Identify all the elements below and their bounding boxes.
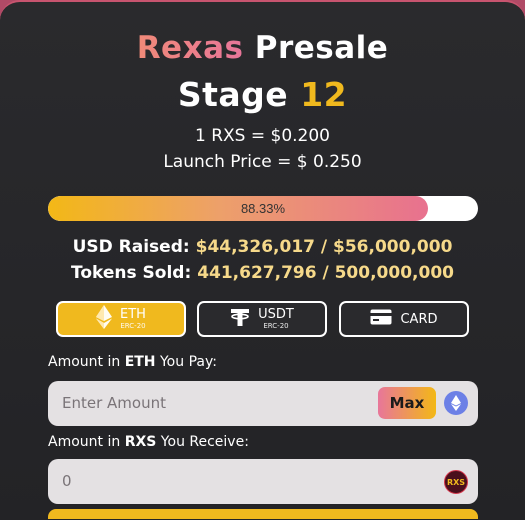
pay-label: Amount in ETH You Pay: (48, 354, 217, 370)
tether-icon (230, 307, 250, 331)
pay-label-pre: Amount in (48, 354, 125, 370)
card-icon (370, 309, 392, 329)
pay-amount-input[interactable]: Enter Amount (62, 381, 166, 426)
receive-amount-value: 0 (62, 472, 72, 490)
tokens-sold-label: Tokens Sold: (71, 263, 192, 283)
usd-raised-value: $44,326,017 / $56,000,000 (195, 237, 453, 257)
rxs-logo-icon: RXS (444, 470, 468, 494)
tab-card[interactable]: CARD (339, 301, 469, 337)
tab-usdt[interactable]: USDT ERC-20 (197, 301, 327, 337)
presale-card: Rexas Presale Stage 12 1 RXS = $0.200 La… (0, 0, 525, 520)
progress-label: 88.33% (240, 201, 286, 216)
tab-card-label: CARD (400, 311, 438, 327)
stage-number: 12 (300, 75, 348, 114)
ethereum-icon (96, 305, 113, 333)
pay-label-currency: ETH (124, 354, 156, 370)
launch-price: Launch Price = $ 0.250 (163, 152, 362, 172)
stage-label: Stage (177, 75, 301, 114)
tokens-sold: Tokens Sold: 441,627,796 / 500,000,000 (0, 263, 525, 283)
tab-eth[interactable]: ETH ERC-20 (56, 301, 186, 337)
pay-amount-field[interactable]: Enter Amount Max (48, 381, 478, 426)
receive-label-post: You Receive: (156, 434, 249, 450)
tab-eth-label: ETH (120, 307, 146, 322)
presale-progress-bar: 88.33% (48, 196, 478, 221)
receive-label: Amount in RXS You Receive: (48, 434, 249, 450)
receive-amount-field: 0 RXS (48, 459, 478, 504)
presale-title: Rexas Presale (0, 30, 525, 66)
usd-raised: USD Raised: $44,326,017 / $56,000,000 (0, 237, 525, 257)
title-rest: Presale (243, 30, 389, 66)
max-button[interactable]: Max (378, 387, 436, 419)
tab-usdt-label: USDT (258, 307, 294, 322)
ethereum-icon (444, 391, 468, 415)
brand-name: Rexas (136, 30, 244, 66)
token-rate: 1 RXS = $0.200 (194, 126, 330, 146)
tab-usdt-sub: ERC-20 (263, 322, 289, 330)
tokens-sold-value: 441,627,796 / 500,000,000 (197, 263, 454, 283)
receive-label-pre: Amount in (48, 434, 125, 450)
pay-label-post: You Pay: (155, 354, 217, 370)
usd-raised-label: USD Raised: (72, 237, 190, 257)
receive-label-currency: RXS (124, 434, 157, 450)
stage-title: Stage 12 (0, 75, 525, 114)
tab-eth-sub: ERC-20 (120, 322, 146, 330)
